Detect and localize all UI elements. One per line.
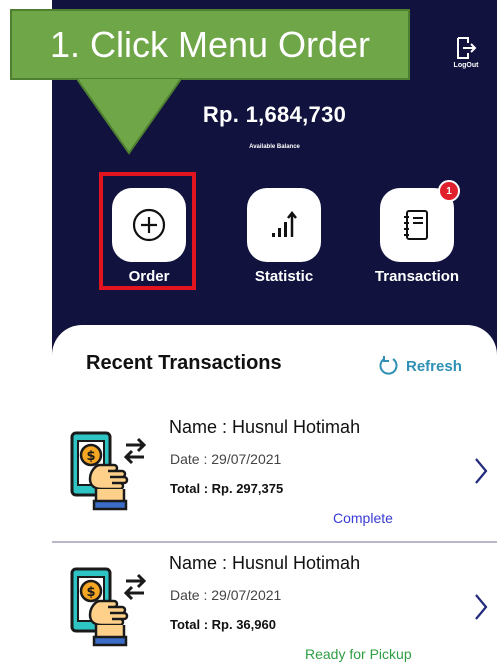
menu-order-button[interactable]: Order bbox=[103, 188, 195, 285]
notification-badge: 1 bbox=[438, 180, 460, 202]
transaction-name: Name : Husnul Hotimah bbox=[169, 553, 361, 573]
row-divider bbox=[52, 541, 497, 543]
menu-transaction-button[interactable]: 1 Transaction bbox=[371, 180, 463, 285]
transaction-date: Date : 29/07/2021 bbox=[170, 587, 282, 603]
refresh-icon bbox=[379, 356, 398, 375]
transaction-name: Name : Husnul Hotimah bbox=[169, 417, 361, 437]
chevron-right-icon[interactable] bbox=[474, 593, 488, 621]
svg-text:$: $ bbox=[86, 585, 95, 600]
menu-statistic-button[interactable]: Statistic bbox=[238, 188, 330, 285]
callout-pointer-arrow bbox=[77, 79, 181, 155]
notebook-icon bbox=[404, 210, 428, 240]
bar-chart-icon bbox=[272, 210, 297, 237]
menu-order-tile bbox=[112, 188, 186, 262]
menu-transaction-tile: 1 bbox=[380, 180, 460, 262]
menu-statistic-tile bbox=[247, 188, 321, 262]
transaction-status: Complete bbox=[333, 510, 393, 526]
refresh-label: Refresh bbox=[406, 357, 462, 375]
plus-circle-icon bbox=[132, 208, 166, 242]
recent-transactions-panel: Recent Transactions Refresh $ Name: Hus… bbox=[52, 325, 497, 668]
transaction-status: Ready for Pickup bbox=[305, 646, 412, 662]
instruction-callout-text: 1. Click Menu Order bbox=[49, 23, 371, 65]
mobile-payment-icon: $ bbox=[70, 431, 147, 511]
svg-text:$: $ bbox=[86, 449, 95, 464]
logout-button[interactable]: LogOut bbox=[446, 36, 486, 69]
chevron-right-icon[interactable] bbox=[474, 457, 488, 485]
menu-order-label: Order bbox=[128, 268, 170, 285]
refresh-button[interactable]: Refresh bbox=[378, 355, 462, 377]
logout-label: LogOut bbox=[453, 62, 479, 69]
transaction-total: Total : Rp. 297,375 bbox=[170, 481, 284, 496]
screenshot-stage: LogOut Rp. 1,684,730 Available Balance O… bbox=[0, 0, 497, 668]
logout-icon bbox=[457, 37, 477, 59]
menu-transaction-label: Transaction bbox=[374, 268, 460, 285]
transaction-row[interactable]: $ Name : Husnul Hotimah Date : 29/07/202… bbox=[52, 553, 497, 668]
transaction-date: Date : 29/07/2021 bbox=[170, 451, 282, 467]
transaction-total: Total : Rp. 36,960 bbox=[170, 617, 276, 632]
mobile-payment-icon: $ bbox=[70, 567, 147, 647]
instruction-callout: 1. Click Menu Order bbox=[10, 9, 410, 80]
menu-statistic-label: Statistic bbox=[254, 268, 314, 285]
transaction-row[interactable]: $ Name : Husnul Hotimah Date : 29/07/202… bbox=[52, 417, 497, 552]
recent-transactions-title: Recent Transactions bbox=[86, 352, 282, 374]
